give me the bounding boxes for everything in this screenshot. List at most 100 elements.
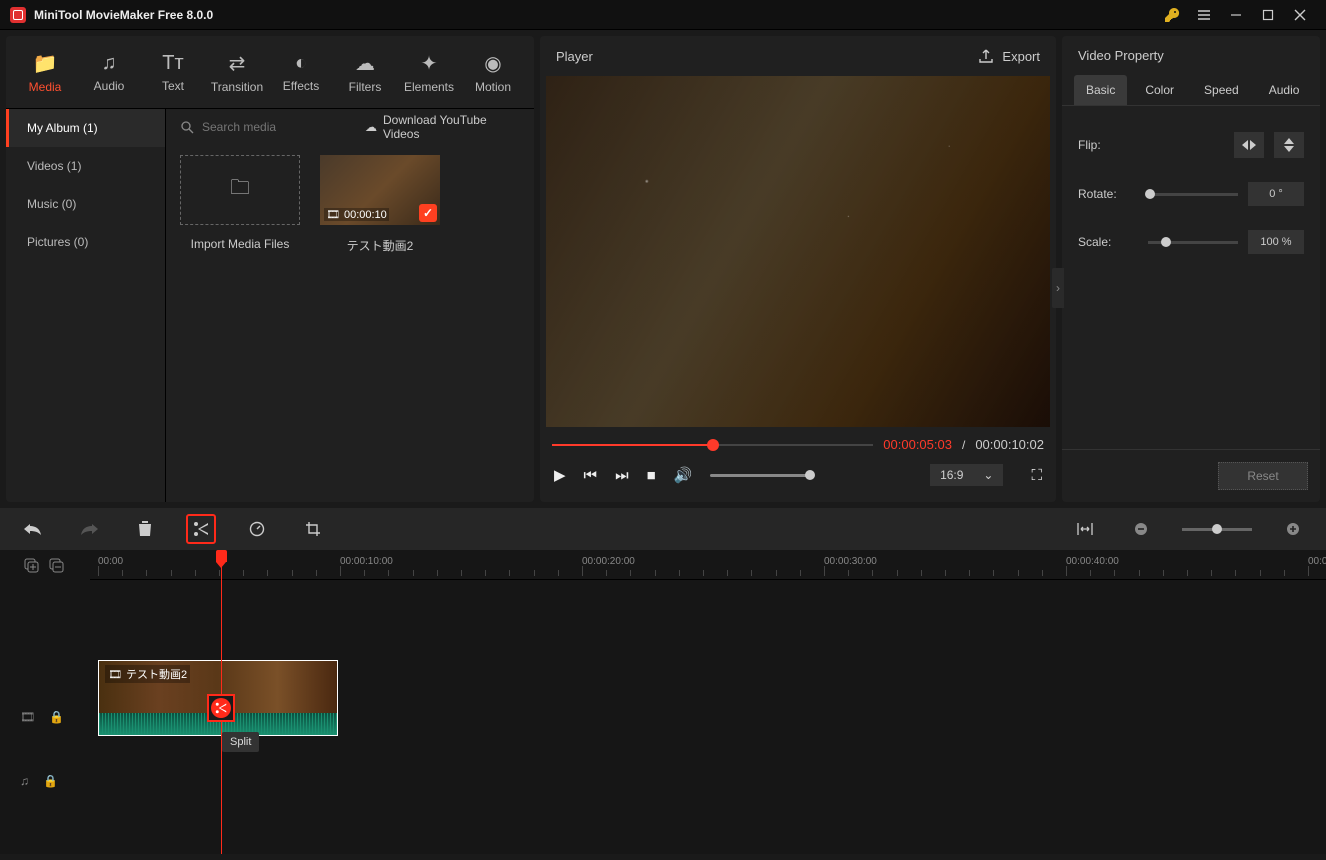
download-youtube-link[interactable]: ☁ Download YouTube Videos — [365, 113, 520, 141]
flip-vertical-button[interactable] — [1274, 132, 1304, 158]
app-title: MiniTool MovieMaker Free 8.0.0 — [34, 8, 213, 22]
rotate-slider[interactable] — [1148, 193, 1238, 196]
search-icon — [180, 120, 194, 134]
prop-tab-color[interactable]: Color — [1133, 75, 1186, 105]
tab-motion[interactable]: ◉Motion — [462, 42, 524, 102]
lock-icon[interactable]: 🔒 — [49, 710, 64, 724]
tab-elements[interactable]: ✦Elements — [398, 42, 460, 102]
film-icon: 🎞 — [108, 668, 122, 681]
close-button[interactable] — [1284, 0, 1316, 30]
next-frame-button[interactable]: ⏭ — [615, 467, 629, 484]
redo-button[interactable] — [74, 514, 104, 544]
elements-icon: ✦ — [421, 51, 438, 76]
timeline[interactable]: 🎞 🔒 ♫ 🔒 00:0000:00:10:0000:00:20:0000:00… — [0, 550, 1326, 854]
add-track-icon[interactable] — [24, 558, 39, 573]
prev-frame-button[interactable]: ⏮ — [584, 467, 598, 484]
main-tabs: 📁Media ♫Audio TᴛText ⇄Transition ◐Effect… — [6, 36, 534, 108]
media-panel: 📁Media ♫Audio TᴛText ⇄Transition ◐Effect… — [6, 36, 534, 502]
property-title: Video Property — [1062, 36, 1320, 75]
filters-icon: ☁ — [355, 51, 375, 76]
effects-icon: ◐ — [295, 52, 307, 75]
prop-tab-audio[interactable]: Audio — [1257, 75, 1312, 105]
maximize-button[interactable] — [1252, 0, 1284, 30]
undo-button[interactable] — [18, 514, 48, 544]
rotate-label: Rotate: — [1078, 187, 1138, 201]
category-my-album[interactable]: My Album (1) — [6, 109, 165, 147]
category-pictures[interactable]: Pictures (0) — [9, 223, 165, 261]
category-videos[interactable]: Videos (1) — [9, 147, 165, 185]
tab-effects[interactable]: ◐Effects — [270, 42, 332, 102]
video-track-icon: 🎞 — [20, 710, 35, 724]
import-media-button[interactable]: 🗀 Import Media Files — [180, 155, 300, 254]
ruler-mark: 00:00:40:00 — [1066, 556, 1119, 567]
stop-button[interactable]: ■ — [647, 467, 656, 484]
license-key-icon[interactable] — [1156, 0, 1188, 30]
film-icon: 🎞 — [326, 208, 340, 221]
folder-icon: 📁 — [33, 51, 58, 76]
lock-icon[interactable]: 🔒 — [43, 774, 58, 788]
minimize-button[interactable] — [1220, 0, 1252, 30]
total-time: 00:00:10:02 — [975, 437, 1044, 452]
ruler-mark: 00:00 — [98, 556, 123, 567]
tab-media[interactable]: 📁Media — [14, 42, 76, 102]
auto-fit-button[interactable] — [1070, 514, 1100, 544]
chevron-down-icon: ⌄ — [983, 468, 993, 482]
rotate-value[interactable]: 0 ° — [1248, 182, 1304, 206]
category-music[interactable]: Music (0) — [9, 185, 165, 223]
timeline-toolbar — [0, 508, 1326, 550]
titlebar: MiniTool MovieMaker Free 8.0.0 — [0, 0, 1326, 30]
aspect-ratio-select[interactable]: 16:9 ⌄ — [930, 464, 1003, 486]
cloud-download-icon: ☁ — [365, 120, 377, 134]
media-categories: My Album (1) Videos (1) Music (0) Pictur… — [6, 109, 166, 502]
seek-slider[interactable] — [552, 444, 873, 446]
volume-slider[interactable] — [710, 474, 810, 477]
transition-icon: ⇄ — [229, 51, 246, 76]
crop-button[interactable] — [298, 514, 328, 544]
export-button[interactable]: Export — [978, 48, 1040, 64]
folder-icon: 🗀 — [230, 173, 250, 207]
split-tooltip: Split — [222, 732, 259, 752]
flip-horizontal-button[interactable] — [1234, 132, 1264, 158]
split-button[interactable] — [186, 514, 216, 544]
audio-track-icon: ♫ — [20, 774, 29, 788]
scale-slider[interactable] — [1148, 241, 1238, 244]
remove-track-icon[interactable] — [49, 558, 64, 573]
tab-audio[interactable]: ♫Audio — [78, 42, 140, 102]
zoom-out-button[interactable] — [1126, 514, 1156, 544]
flip-label: Flip: — [1078, 138, 1138, 152]
zoom-slider[interactable] — [1182, 528, 1252, 531]
media-clip-item[interactable]: 🎞00:00:10 ✓ テスト動画2 — [320, 155, 440, 254]
player-panel: Player Export 00:00:05:03 / 00:00:10:02 … — [540, 36, 1056, 502]
delete-button[interactable] — [130, 514, 160, 544]
scale-value[interactable]: 100 % — [1248, 230, 1304, 254]
text-icon: Tᴛ — [162, 52, 183, 75]
split-indicator[interactable] — [207, 694, 235, 722]
panel-collapse-handle[interactable]: › — [1052, 268, 1064, 308]
prop-tab-speed[interactable]: Speed — [1192, 75, 1251, 105]
export-icon — [978, 48, 994, 64]
menu-icon[interactable] — [1188, 0, 1220, 30]
tab-transition[interactable]: ⇄Transition — [206, 42, 268, 102]
play-button[interactable]: ▶ — [554, 466, 566, 484]
property-panel: Video Property Basic Color Speed Audio F… — [1062, 36, 1320, 502]
zoom-in-button[interactable] — [1278, 514, 1308, 544]
motion-icon: ◉ — [484, 51, 501, 76]
check-icon: ✓ — [419, 204, 437, 222]
scale-label: Scale: — [1078, 235, 1138, 249]
ruler-mark: 00:00:50:00 — [1308, 556, 1326, 567]
timeline-ruler[interactable]: 00:00 00:00:10:00 00:00:20:00 00:00:30:00 00… — [0, 550, 1326, 580]
current-time: 00:00:05:03 — [883, 437, 952, 452]
tab-filters[interactable]: ☁Filters — [334, 42, 396, 102]
ruler-mark: 00:00:10:00 — [340, 556, 393, 567]
search-input[interactable] — [202, 120, 357, 134]
ruler-mark: 00:00:20:00 — [582, 556, 635, 567]
prop-tab-basic[interactable]: Basic — [1074, 75, 1127, 105]
tab-text[interactable]: TᴛText — [142, 42, 204, 102]
fullscreen-button[interactable]: ⛶ — [1031, 467, 1042, 484]
video-preview[interactable] — [546, 76, 1050, 427]
ruler-mark: 00:00:30:00 — [824, 556, 877, 567]
music-icon: ♫ — [102, 52, 117, 75]
volume-icon[interactable]: 🔊 — [674, 466, 693, 484]
speed-button[interactable] — [242, 514, 272, 544]
reset-button[interactable]: Reset — [1218, 462, 1308, 490]
